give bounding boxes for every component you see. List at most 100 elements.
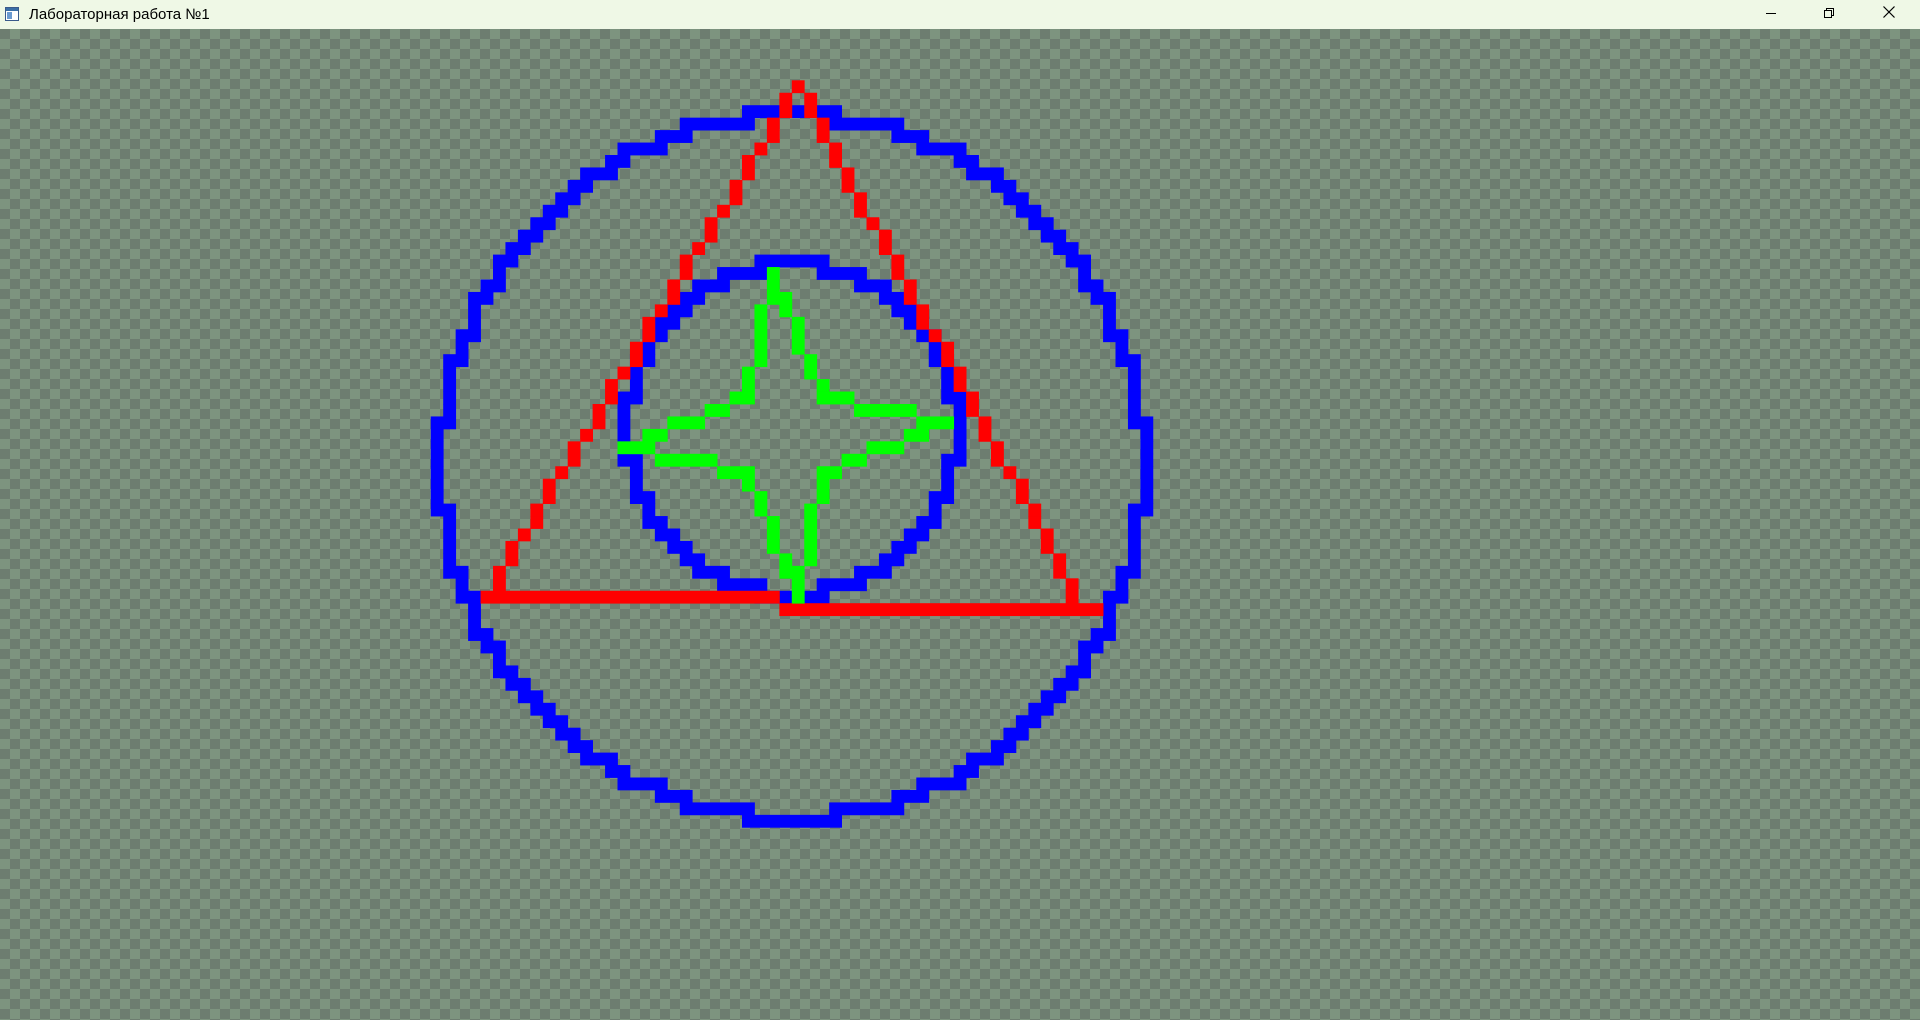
outer-circle-pixel bbox=[1115, 354, 1141, 368]
star-pixel bbox=[791, 341, 805, 355]
triangle-pixel bbox=[567, 453, 581, 467]
star-pixel bbox=[791, 578, 805, 592]
triangle-pixel bbox=[766, 117, 780, 131]
restore-button[interactable] bbox=[1800, 0, 1858, 29]
checkerboard-background bbox=[0, 29, 1920, 1020]
star-pixel bbox=[804, 354, 818, 368]
outer-circle-pixel bbox=[430, 441, 444, 455]
triangle-pixel bbox=[530, 503, 544, 517]
star-pixel bbox=[791, 329, 805, 343]
outer-circle-pixel bbox=[1103, 603, 1116, 617]
outer-circle-pixel bbox=[430, 503, 457, 517]
star-pixel bbox=[841, 453, 867, 467]
outer-circle-pixel bbox=[455, 590, 481, 604]
outer-circle-pixel bbox=[530, 217, 556, 231]
outer-circle-pixel bbox=[443, 565, 469, 579]
app-window-icon[interactable] bbox=[5, 7, 19, 21]
triangle-pixel bbox=[841, 167, 855, 181]
triangle-pixel bbox=[679, 267, 693, 280]
inner-circle-pixel bbox=[854, 279, 892, 293]
triangle-pixel bbox=[978, 428, 992, 442]
outer-circle-pixel bbox=[580, 167, 618, 181]
star-pixel bbox=[916, 416, 955, 430]
star-pixel bbox=[816, 478, 830, 492]
inner-circle-pixel bbox=[941, 379, 955, 392]
outer-circle-pixel bbox=[1127, 404, 1141, 417]
outer-circle-pixel bbox=[1127, 503, 1154, 517]
star-pixel bbox=[729, 391, 755, 405]
inner-circle-pixel bbox=[642, 516, 668, 529]
outer-circle-pixel bbox=[1127, 528, 1141, 542]
star-pixel bbox=[854, 404, 917, 417]
outer-circle-pixel bbox=[1003, 727, 1029, 741]
triangle-pixel bbox=[966, 391, 979, 405]
outer-circle-pixel bbox=[1090, 628, 1116, 641]
star-pixel bbox=[766, 267, 780, 280]
triangle-pixel bbox=[816, 117, 830, 131]
triangle-pixel bbox=[779, 105, 793, 119]
star-pixel bbox=[766, 516, 780, 529]
outer-circle-pixel bbox=[1103, 329, 1129, 343]
inner-circle-pixel bbox=[667, 304, 693, 318]
outer-circle-pixel bbox=[468, 628, 494, 641]
inner-circle-pixel bbox=[941, 391, 967, 405]
outer-circle-pixel bbox=[1103, 316, 1116, 330]
outer-circle-pixel bbox=[991, 740, 1017, 753]
star-pixel bbox=[742, 366, 755, 380]
outer-circle-pixel bbox=[679, 117, 755, 131]
triangle-pixel bbox=[729, 179, 743, 193]
outer-circle-pixel bbox=[1053, 242, 1079, 255]
triangle-pixel bbox=[816, 130, 830, 143]
outer-circle-pixel bbox=[468, 316, 481, 330]
star-pixel bbox=[766, 291, 793, 305]
outer-circle-pixel bbox=[480, 279, 506, 293]
triangle-pixel bbox=[1065, 578, 1079, 592]
triangle-pixel bbox=[1040, 540, 1054, 554]
outer-circle-pixel bbox=[443, 366, 457, 380]
drawing-canvas[interactable] bbox=[0, 29, 1920, 1020]
triangle-pixel bbox=[717, 204, 730, 218]
inner-circle-pixel bbox=[953, 441, 967, 455]
outer-circle-pixel bbox=[1127, 379, 1141, 392]
star-pixel bbox=[791, 316, 805, 330]
triangle-pixel bbox=[966, 404, 979, 417]
triangle-pixel bbox=[991, 441, 1004, 455]
minimize-button[interactable] bbox=[1742, 0, 1800, 29]
inner-circle-pixel bbox=[878, 553, 905, 567]
outer-circle-pixel bbox=[1127, 540, 1141, 554]
triangle-pixel bbox=[991, 453, 1004, 467]
star-pixel bbox=[804, 528, 818, 542]
inner-circle-pixel bbox=[667, 540, 693, 554]
inner-circle-pixel bbox=[878, 291, 905, 305]
outer-circle-pixel bbox=[1127, 416, 1154, 430]
outer-circle-pixel bbox=[605, 765, 631, 778]
title-bar[interactable]: Лабораторная работа №1 bbox=[0, 0, 1920, 29]
triangle-pixel bbox=[978, 416, 992, 430]
outer-circle-pixel bbox=[430, 478, 444, 492]
restore-icon bbox=[1823, 6, 1835, 24]
outer-circle-pixel bbox=[891, 130, 930, 143]
outer-circle-pixel bbox=[1140, 441, 1154, 455]
close-button[interactable] bbox=[1858, 0, 1920, 29]
outer-circle-pixel bbox=[430, 453, 444, 467]
triangle-pixel bbox=[704, 229, 718, 243]
triangle-pixel bbox=[779, 92, 793, 106]
outer-circle-pixel bbox=[567, 179, 593, 193]
inner-circle-pixel bbox=[679, 553, 706, 567]
outer-circle-pixel bbox=[430, 428, 444, 442]
inner-circle-pixel bbox=[928, 503, 942, 517]
triangle-pixel bbox=[667, 291, 681, 305]
triangle-pixel bbox=[1003, 466, 1017, 480]
outer-circle-pixel bbox=[542, 715, 569, 729]
star-pixel bbox=[667, 416, 706, 430]
star-pixel bbox=[779, 304, 793, 318]
inner-circle-pixel bbox=[617, 404, 631, 417]
outer-circle-pixel bbox=[1028, 217, 1054, 231]
outer-circle-pixel bbox=[443, 354, 469, 368]
inner-circle-pixel bbox=[891, 540, 917, 554]
outer-circle-pixel bbox=[829, 117, 905, 131]
inner-circle-pixel bbox=[617, 453, 643, 467]
triangle-pixel bbox=[903, 279, 917, 293]
inner-circle-pixel bbox=[928, 491, 955, 504]
outer-circle-pixel bbox=[953, 765, 979, 778]
